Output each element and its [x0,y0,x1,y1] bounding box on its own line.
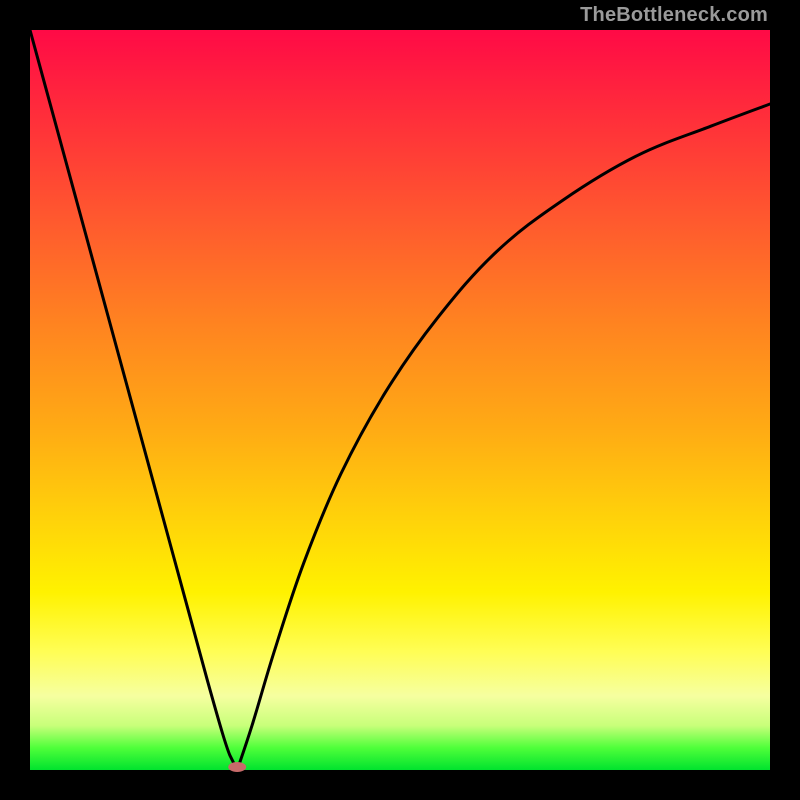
bottleneck-marker [228,762,246,772]
watermark-text: TheBottleneck.com [580,4,768,27]
chart-overlay [30,30,770,770]
chart-frame: TheBottleneck.com [0,0,800,800]
bottleneck-curve [30,30,770,770]
